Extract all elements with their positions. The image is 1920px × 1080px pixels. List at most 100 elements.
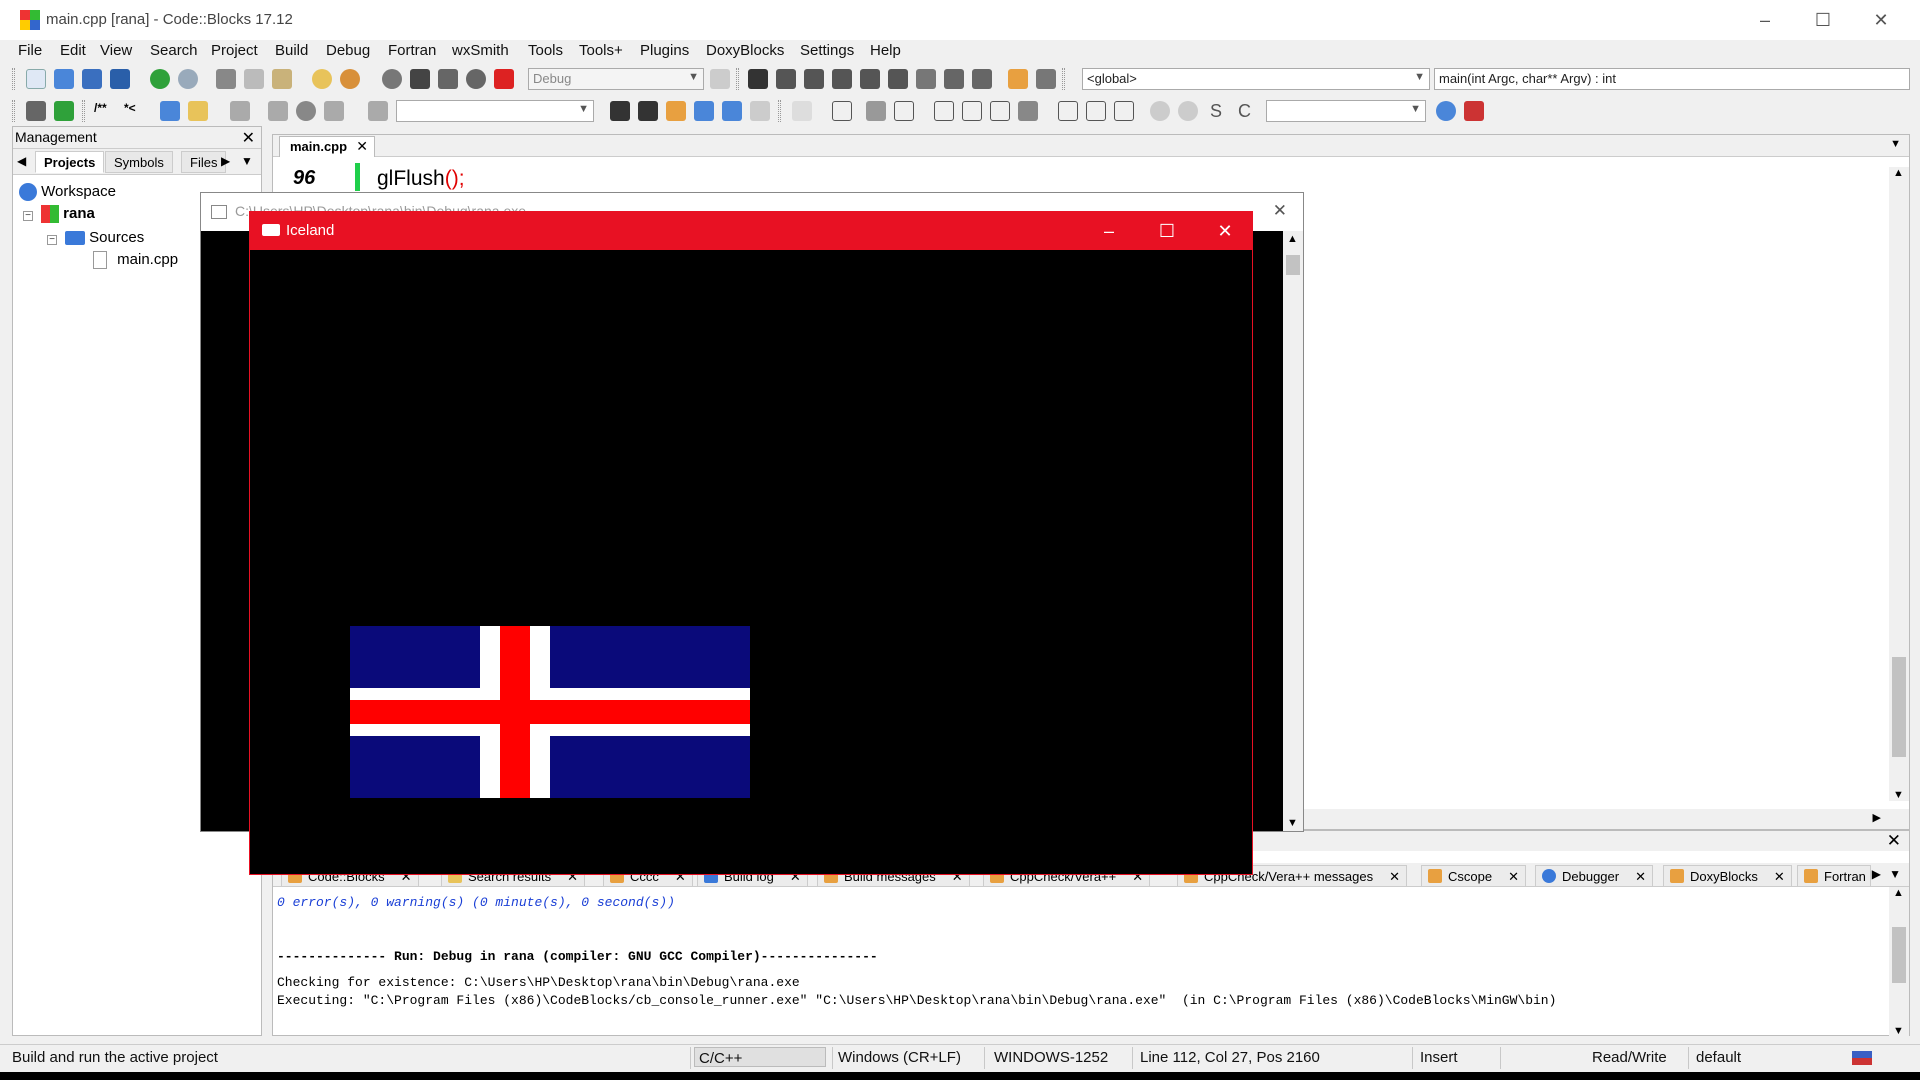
save-all-icon[interactable] (110, 69, 130, 89)
scroll-thumb[interactable] (1892, 657, 1906, 757)
comment-block-icon[interactable]: /** (94, 101, 120, 121)
menu-tools-plus[interactable]: Tools+ (579, 42, 623, 59)
zoom-in-icon[interactable] (1150, 101, 1170, 121)
scroll-up-icon[interactable]: ▲ (1287, 233, 1298, 245)
pause-icon[interactable] (944, 69, 964, 89)
help-icon[interactable] (188, 101, 208, 121)
menu-fortran[interactable]: Fortran (388, 42, 436, 59)
tree-project-rana[interactable]: rana (41, 205, 95, 224)
scroll-up-icon[interactable]: ▲ (1893, 887, 1904, 899)
tab-projects[interactable]: Projects (35, 151, 105, 173)
menu-search[interactable]: Search (150, 42, 198, 59)
menu-debug[interactable]: Debug (326, 42, 370, 59)
menu-view[interactable]: View (100, 42, 132, 59)
tab-symbols[interactable]: Symbols (105, 151, 173, 173)
clear-icon[interactable] (368, 101, 388, 121)
layout-4-icon[interactable] (1018, 101, 1038, 121)
c-icon[interactable]: C (1238, 101, 1258, 121)
menu-tools[interactable]: Tools (528, 42, 563, 59)
settings-wrench-icon[interactable] (1464, 101, 1484, 121)
close-icon[interactable]: ✕ (1887, 831, 1901, 851)
layout-2-icon[interactable] (962, 101, 982, 121)
menu-project[interactable]: Project (211, 42, 258, 59)
tree-folder-sources[interactable]: Sources (65, 229, 144, 246)
collapse-toggle-icon[interactable]: − (23, 211, 33, 221)
menu-edit[interactable]: Edit (60, 42, 86, 59)
copy-icon[interactable] (244, 69, 264, 89)
image-icon[interactable] (866, 101, 886, 121)
menu-build[interactable]: Build (275, 42, 308, 59)
function-select[interactable]: main(int Argc, char** Argv) : int (1434, 68, 1910, 90)
previous-icon[interactable] (610, 101, 630, 121)
build-gear-icon[interactable] (382, 69, 402, 89)
menu-settings[interactable]: Settings (800, 42, 854, 59)
open-folder-icon[interactable] (54, 69, 74, 89)
scroll-down-icon[interactable]: ▼ (1287, 817, 1298, 829)
box-2-icon[interactable] (1086, 101, 1106, 121)
tab-menu-icon[interactable]: ▼ (1889, 867, 1901, 881)
minimize-button[interactable]: – (1080, 212, 1138, 250)
wrench-icon[interactable] (230, 101, 250, 121)
logs-vertical-scrollbar[interactable]: ▲ ▼ (1889, 887, 1909, 1037)
paste-icon[interactable] (272, 69, 292, 89)
tab-scroll-right-icon[interactable]: ▶ (221, 154, 230, 168)
tree-file-main-cpp[interactable]: main.cpp (93, 251, 178, 270)
tree-workspace[interactable]: Workspace (19, 183, 116, 202)
scroll-right-icon[interactable]: ▶ (1873, 811, 1881, 824)
debug-continue-icon[interactable] (748, 69, 768, 89)
maximize-button[interactable]: ☐ (1138, 212, 1196, 250)
undo-icon[interactable] (150, 69, 170, 89)
menu-plugins[interactable]: Plugins (640, 42, 689, 59)
box-3-icon[interactable] (1114, 101, 1134, 121)
bookmark-icon[interactable] (296, 101, 316, 121)
iceland-window[interactable]: Iceland – ☐ ✕ (249, 211, 1253, 875)
layout-3-icon[interactable] (990, 101, 1010, 121)
menu-help[interactable]: Help (870, 42, 901, 59)
close-button[interactable]: ✕ (1196, 212, 1254, 250)
step-into-instruction-icon[interactable] (916, 69, 936, 89)
open-project-icon[interactable] (26, 101, 46, 121)
menu-wxsmith[interactable]: wxSmith (452, 42, 509, 59)
jump-icon[interactable] (54, 101, 74, 121)
build-target-select[interactable]: Debug ▼ (528, 68, 704, 90)
menu-doxyblocks[interactable]: DoxyBlocks (706, 42, 784, 59)
scope-select[interactable]: <global> ▼ (1082, 68, 1430, 90)
close-button[interactable]: ✕ (1852, 0, 1910, 40)
menu-file[interactable]: File (18, 42, 42, 59)
redo-icon[interactable] (178, 69, 198, 89)
frame-icon[interactable] (832, 101, 852, 121)
layout-1-icon[interactable] (934, 101, 954, 121)
s-icon[interactable]: S (1210, 101, 1230, 121)
text-icon[interactable] (894, 101, 914, 121)
search-icon[interactable] (1436, 101, 1456, 121)
abort-build-icon[interactable] (494, 69, 514, 89)
replace-icon[interactable] (340, 69, 360, 89)
select-icon[interactable] (694, 101, 714, 121)
tab-scroll-right-icon[interactable]: ▶ (1872, 867, 1881, 881)
tab-fortran[interactable]: Fortran (1797, 865, 1871, 887)
maximize-button[interactable]: ☐ (1794, 0, 1852, 40)
tab-debugger[interactable]: Debugger ✕ (1535, 865, 1654, 887)
comment-line-icon[interactable]: *< (124, 101, 148, 121)
scroll-down-icon[interactable]: ▼ (1893, 789, 1904, 801)
next-instruction-icon[interactable] (888, 69, 908, 89)
code-line[interactable]: glFlush(); (377, 167, 465, 191)
scroll-down-icon[interactable]: ▼ (1893, 1025, 1904, 1037)
run-icon[interactable] (410, 69, 430, 89)
match-case-icon[interactable] (722, 101, 742, 121)
close-icon[interactable]: ✕ (356, 138, 368, 155)
tab-cscope[interactable]: Cscope ✕ (1421, 865, 1526, 887)
zoom-out-icon[interactable] (1178, 101, 1198, 121)
console-scrollbar[interactable]: ▲ ▼ (1283, 231, 1303, 831)
find-icon[interactable] (312, 69, 332, 89)
code-completion-combo[interactable]: ▼ (1266, 100, 1426, 122)
tab-scroll-left-icon[interactable]: ◀ (17, 154, 26, 168)
box-1-icon[interactable] (1058, 101, 1078, 121)
tab-main-cpp[interactable]: main.cpp ✕ (279, 136, 375, 157)
highlight-icon[interactable] (666, 101, 686, 121)
minimize-button[interactable]: – (1736, 0, 1794, 40)
step-into-icon[interactable] (832, 69, 852, 89)
pointer-icon[interactable] (792, 101, 812, 121)
tab-files[interactable]: Files (181, 151, 227, 173)
tab-list-icon[interactable]: ▼ (1890, 138, 1901, 150)
